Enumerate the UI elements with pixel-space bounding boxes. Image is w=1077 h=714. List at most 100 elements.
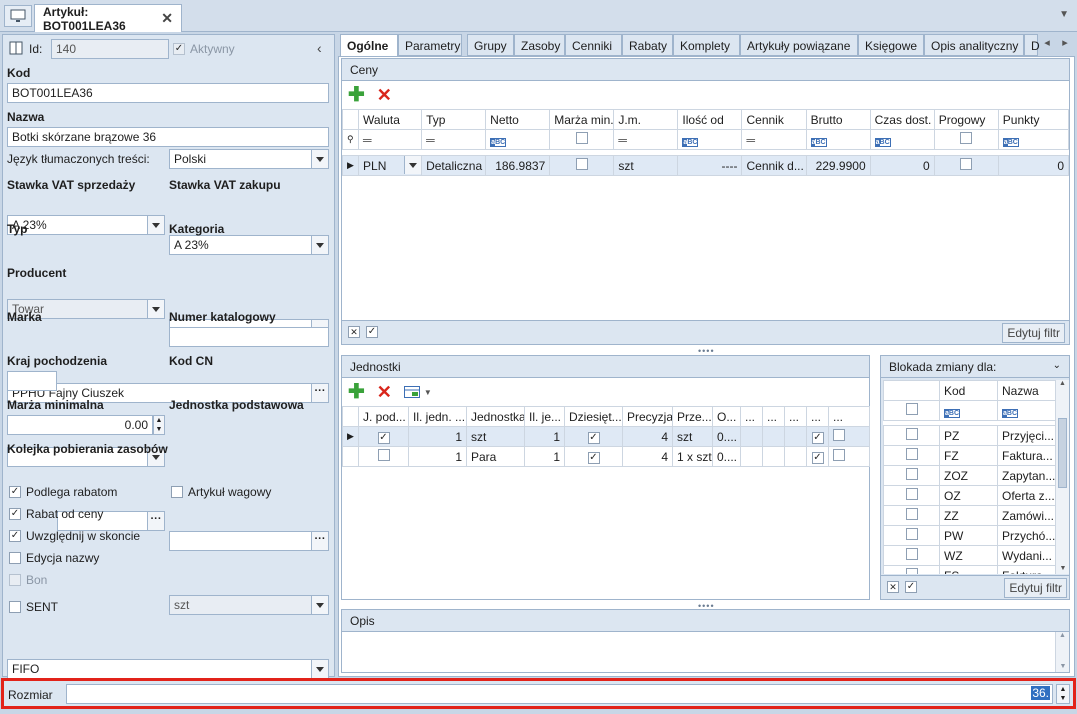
col-more[interactable]: ... [762, 406, 785, 427]
list-item[interactable]: ZZ Zamówi... [883, 505, 1055, 526]
cell-check[interactable] [828, 426, 870, 447]
tab-scroll-arrows[interactable]: ◂ ▸ [1038, 36, 1074, 54]
kolejka-select[interactable]: FIFO [7, 659, 329, 679]
filter-cell[interactable]: ═ [358, 129, 423, 150]
nazwa-input[interactable]: Botki skórzane brązowe 36 [7, 127, 329, 147]
cell-jednostka[interactable]: szt [466, 426, 525, 447]
rozmiar-spinner[interactable]: ▲ ▼ [1056, 684, 1070, 704]
scroll-down-icon[interactable]: ▼ [1056, 565, 1070, 572]
cell-brutto[interactable]: 229.9900 [805, 155, 871, 176]
filter-cell[interactable]: aBC [939, 400, 998, 421]
col-progowy[interactable]: Progowy [933, 109, 999, 130]
marza-input[interactable]: 0.00 [7, 415, 153, 435]
list-item[interactable]: ZOZ Zapytan... [883, 465, 1055, 486]
col-more[interactable]: ... [828, 406, 870, 427]
tab-grupy[interactable]: Grupy [467, 34, 514, 56]
vat-sale-select[interactable]: A 23% [7, 215, 165, 235]
col-more[interactable]: ... [806, 406, 829, 427]
chevron-down-icon[interactable]: ▼ [1059, 9, 1069, 20]
add-icon[interactable]: ✚ [348, 382, 365, 402]
kod-input[interactable]: BOT001LEA36 [7, 83, 329, 103]
tab-artykuly-powiazane[interactable]: Artykuły powiązane [740, 34, 858, 56]
tab-ogolne[interactable]: Ogólne [340, 34, 398, 57]
sent-checkbox[interactable]: SENT [9, 600, 58, 614]
list-item[interactable]: PZ Przyjęci... [883, 425, 1055, 446]
chevron-down-icon[interactable] [147, 216, 164, 234]
filter-cell[interactable]: aBC [869, 129, 935, 150]
cell-o[interactable]: 0.... [712, 426, 741, 447]
cell-waluta[interactable]: PLN [358, 155, 423, 176]
table-row[interactable]: 1 Para 1 ✓ 4 1 x szt 0.... ✓ [342, 446, 870, 467]
tab-ksiegowe[interactable]: Księgowe [858, 34, 924, 56]
table-row[interactable]: ▶ ✓ 1 szt 1 ✓ 4 szt 0.... ✓ [342, 426, 870, 447]
cell-ilosc-od[interactable]: ---- [677, 155, 743, 176]
cell-check[interactable]: ✓ [806, 446, 829, 467]
vat-buy-select[interactable]: A 23% [169, 235, 329, 255]
cell-il-jedn[interactable]: 1 [408, 426, 467, 447]
filter-cell[interactable]: aBC [805, 129, 871, 150]
delete-icon[interactable]: ✕ [377, 383, 392, 401]
filter-row[interactable]: ⚲ ═ ═ aBC ═ aBC ═ aBC aBC aBC [341, 129, 1070, 150]
table-row[interactable]: ▶ PLN Detaliczna 186.9837 szt ---- Cenni… [341, 155, 1070, 176]
chevron-down-icon[interactable]: ⌄ [1053, 360, 1061, 373]
cell-il-je[interactable]: 1 [524, 446, 565, 467]
chevron-right-icon[interactable]: ▸ [1062, 36, 1068, 54]
language-select[interactable]: Polski [169, 149, 329, 169]
filter-cell[interactable]: ═ [421, 129, 487, 150]
col-punkty[interactable]: Punkty [997, 109, 1070, 130]
ellipsis-button[interactable]: ··· [311, 532, 328, 550]
filter-cell[interactable] [883, 400, 940, 421]
rabat-od-ceny-checkbox[interactable]: ✓ Rabat od ceny [9, 507, 103, 521]
cell-marza-min[interactable] [549, 155, 615, 176]
cell-progowy[interactable] [933, 155, 999, 176]
list-item[interactable]: PW Przychó... [883, 525, 1055, 546]
edit-filter-button[interactable]: Edytuj filtr [1004, 578, 1067, 598]
list-item[interactable]: WZ Wydani... [883, 545, 1055, 566]
cell-j-pod[interactable]: ✓ [358, 426, 409, 447]
chevron-down-icon[interactable] [311, 150, 328, 168]
close-icon[interactable]: ✕ [161, 10, 173, 27]
cell-empty[interactable] [762, 426, 785, 447]
filter-cell[interactable]: aBC [997, 129, 1070, 150]
cell-precyzja[interactable]: 4 [622, 426, 673, 447]
filter-cell[interactable] [933, 129, 999, 150]
edycja-nazwy-checkbox[interactable]: Edycja nazwy [9, 551, 99, 565]
cell-o[interactable]: 0.... [712, 446, 741, 467]
cell-il-je[interactable]: 1 [524, 426, 565, 447]
clear-filter-icon[interactable]: ✕ [887, 581, 899, 593]
tab-parametry[interactable]: Parametry [398, 34, 462, 56]
col-o[interactable]: O... [712, 406, 741, 427]
filter-row[interactable]: aBC aBC [883, 400, 1055, 421]
scroll-thumb[interactable] [1058, 418, 1067, 488]
col-cennik[interactable]: Cennik [741, 109, 807, 130]
col-marza-min[interactable]: Marża min. [549, 109, 615, 130]
cell-czas-dost[interactable]: 0 [869, 155, 935, 176]
filter-cell[interactable]: ═ [613, 129, 679, 150]
kraj-code-input[interactable] [7, 371, 57, 391]
filter-cell[interactable]: aBC [997, 400, 1055, 421]
list-item[interactable]: FSFaktura... [883, 565, 1055, 574]
add-icon[interactable]: ✚ [348, 85, 365, 105]
cell-cennik[interactable]: Cennik d... [741, 155, 807, 176]
col-j-pod[interactable]: J. pod... [358, 406, 409, 427]
cell-check[interactable] [828, 446, 870, 467]
col-il-jedn[interactable]: Il. jedn. ... [408, 406, 467, 427]
tab-cenniki[interactable]: Cenniki [565, 34, 622, 56]
cell-jednostka[interactable]: Para [466, 446, 525, 467]
collapse-panel-icon[interactable]: ‹ [317, 40, 322, 56]
cell-punkty[interactable]: 0 [997, 155, 1070, 176]
blokada-scrollbar[interactable]: ▲ ▼ [1055, 380, 1069, 574]
col-prze[interactable]: Prze... [672, 406, 713, 427]
document-tab[interactable]: Artykuł: BOT001LEA36 ✕ [34, 4, 182, 33]
cell-jm[interactable]: szt [613, 155, 679, 176]
desktop-icon[interactable] [4, 5, 32, 27]
cell-netto[interactable]: 186.9837 [485, 155, 551, 176]
tab-komplety[interactable]: Komplety [673, 34, 740, 56]
cell-check[interactable]: ✓ [806, 426, 829, 447]
cell-empty[interactable] [784, 426, 807, 447]
col-brutto[interactable]: Brutto [805, 109, 871, 130]
col-nazwa[interactable]: Nazwa [997, 380, 1055, 401]
filter-cell[interactable] [549, 129, 615, 150]
cell-empty[interactable] [740, 446, 763, 467]
nr-kat-input[interactable] [169, 327, 329, 347]
